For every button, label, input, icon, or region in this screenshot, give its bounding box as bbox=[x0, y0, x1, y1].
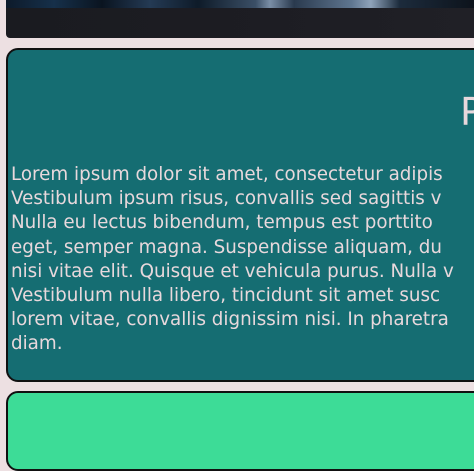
content-card-green bbox=[6, 391, 474, 471]
card-body-line: eget, semper magna. Suspendisse aliquam,… bbox=[11, 236, 442, 258]
header-image bbox=[6, 0, 474, 38]
card-heading: P bbox=[460, 90, 474, 134]
header-image-strip bbox=[6, 0, 474, 8]
content-card: P Lorem ipsum dolor sit amet, consectetu… bbox=[6, 48, 474, 382]
card-body-line: Vestibulum nulla libero, tincidunt sit a… bbox=[11, 285, 441, 307]
card-body-line: diam. bbox=[11, 333, 63, 355]
card-body-line: Nulla eu lectus bibendum, tempus est por… bbox=[11, 212, 433, 234]
card-body-line: Lorem ipsum dolor sit amet, consectetur … bbox=[11, 164, 443, 185]
card-body-line: nisi vitae elit. Quisque et vehicula pur… bbox=[11, 260, 454, 282]
card-body-line: Vestibulum ipsum risus, convallis sed sa… bbox=[11, 188, 442, 210]
card-body-text: Lorem ipsum dolor sit amet, consectetur … bbox=[11, 163, 474, 357]
card-body-line: lorem vitae, convallis dignissim nisi. I… bbox=[11, 309, 449, 331]
